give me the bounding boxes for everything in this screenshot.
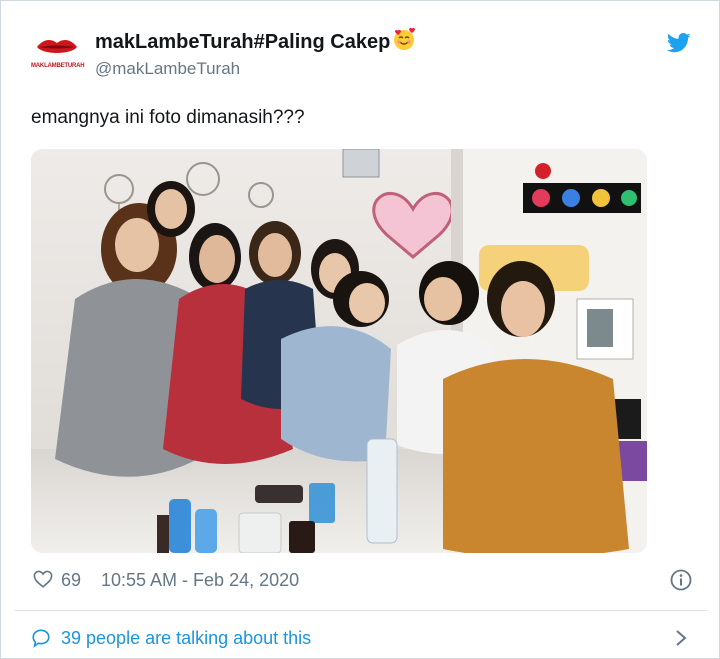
avatar[interactable]: MAKLAMBETURAH xyxy=(31,31,85,75)
author-block[interactable]: makLambeTurah#Paling Cakep @makLambeTura… xyxy=(95,27,416,79)
display-name[interactable]: makLambeTurah#Paling Cakep xyxy=(95,27,416,54)
conversation-label: 39 people are talking about this xyxy=(61,628,312,648)
like-count[interactable]: 69 xyxy=(61,570,81,591)
divider xyxy=(15,610,707,611)
tweet-text: emangnya ini foto dimanasih??? xyxy=(31,107,305,128)
tweet-card: MAKLAMBETURAH makLambeTurah#Paling Cakep… xyxy=(0,0,720,659)
group-photo-image xyxy=(31,149,647,553)
timestamp[interactable]: 10:55 AM - Feb 24, 2020 xyxy=(101,570,299,591)
heart-icon[interactable] xyxy=(33,570,53,588)
tweet-photo[interactable] xyxy=(31,149,647,553)
tweet-meta: 69 10:55 AM - Feb 24, 2020 xyxy=(31,569,692,593)
logo-text: MAKLAMBETURAH xyxy=(31,63,85,69)
reply-bubble-icon xyxy=(32,629,50,648)
handle[interactable]: @makLambeTurah xyxy=(95,59,416,79)
twitter-bird-icon[interactable] xyxy=(667,33,691,53)
smiling-face-with-hearts-icon xyxy=(394,27,416,50)
tweet-header: MAKLAMBETURAH makLambeTurah#Paling Cakep… xyxy=(31,25,701,85)
conversation-link[interactable]: 39 people are talking about this xyxy=(31,627,691,651)
lips-logo-icon xyxy=(37,39,77,53)
info-icon[interactable] xyxy=(670,569,692,591)
chevron-right-icon xyxy=(676,630,687,646)
